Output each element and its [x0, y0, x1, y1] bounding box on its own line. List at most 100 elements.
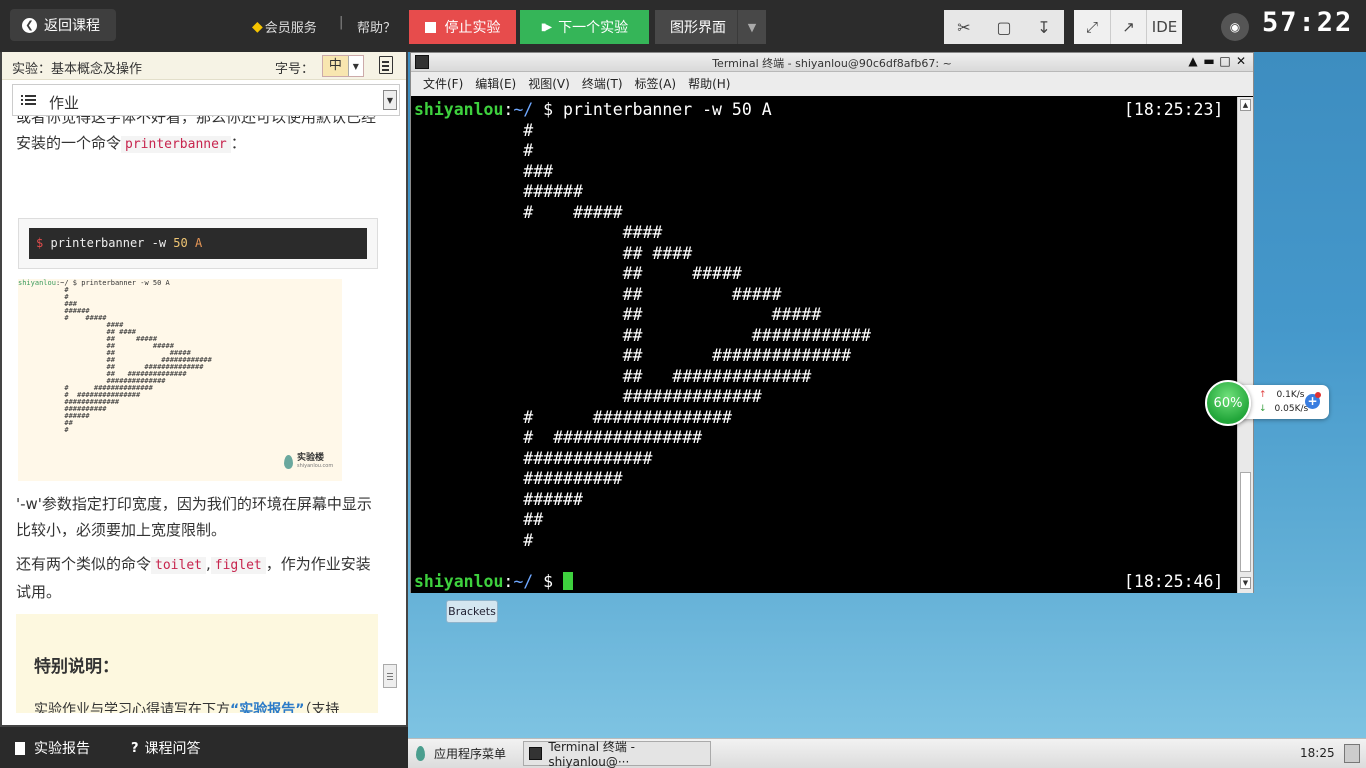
- toolbar-group-2: ⤢ ↗ IDE: [1074, 10, 1182, 44]
- arrow-up-icon: ↑: [1259, 390, 1267, 400]
- prompt-colon: :: [503, 572, 514, 591]
- window-controls: ▲ ▬ □ ✕: [1185, 54, 1249, 68]
- ide-button[interactable]: IDE: [1146, 10, 1182, 44]
- inline-code: printerbanner: [121, 136, 231, 153]
- list-icon: [21, 95, 36, 105]
- task-label: Terminal 终端 - shiyanlou@···: [548, 740, 635, 768]
- note-body: 实验作业与学习心得请写在下方“实验报告”（支持markdown格式）里并公开，每…: [34, 698, 364, 713]
- upload-value: 0.1K/s: [1276, 390, 1305, 400]
- stop-experiment-button[interactable]: 停止实验: [409, 10, 516, 44]
- code-block: $ printerbanner -w 50 A: [18, 218, 378, 269]
- report-label: 实验报告: [34, 741, 90, 757]
- external-link-icon[interactable]: ↗: [1110, 10, 1146, 44]
- timestamp: [18:25:23]: [1124, 100, 1224, 119]
- code-command: printerbanner -w: [50, 236, 167, 250]
- chevron-down-icon: ▼: [347, 56, 363, 76]
- app-menu-icon: [416, 746, 425, 761]
- text-cursor: [563, 572, 574, 590]
- upload-speed: ↑ 0.1K/s: [1259, 390, 1304, 400]
- terminal-titlebar[interactable]: Terminal 终端 - shiyanlou@90c6df8afb67: ~ …: [411, 53, 1253, 72]
- back-to-course-button[interactable]: ❮ 返回课程: [10, 9, 116, 41]
- diamond-icon: ◆: [252, 18, 263, 35]
- course-qa-button[interactable]: ? 课程问答: [131, 738, 201, 758]
- section-select-value: 作业: [49, 94, 80, 112]
- thumb-command: :~/ $ printerbanner -w 50 A: [55, 279, 170, 287]
- prompt-user: shiyanlou: [414, 100, 504, 119]
- download-speed: ↓ 0.05K/s: [1259, 404, 1308, 414]
- menu-tabs[interactable]: 标签(A): [635, 72, 677, 96]
- menu-file[interactable]: 文件(F): [423, 72, 463, 96]
- inline-code: figlet: [210, 557, 266, 574]
- stop-icon: [424, 21, 436, 33]
- toolbar-group: ✂ ▢ ↧: [944, 10, 1064, 44]
- font-size-select[interactable]: 中 ▼: [322, 55, 364, 77]
- document-icon[interactable]: [379, 56, 393, 74]
- separator: |: [339, 15, 344, 30]
- code-line: $ printerbanner -w 50 A: [29, 228, 367, 259]
- typed-command: printerbanner -w 50 A: [563, 100, 772, 119]
- para1-tail: ：: [230, 134, 246, 152]
- brackets-desktop-icon[interactable]: Brackets: [446, 600, 498, 623]
- shade-icon[interactable]: ▲: [1185, 54, 1201, 68]
- logo-text: 实验楼: [297, 453, 325, 463]
- download-icon[interactable]: ↧: [1024, 10, 1064, 44]
- collapse-icon[interactable]: ⤢: [1074, 10, 1110, 44]
- menu-view[interactable]: 视图(V): [528, 72, 570, 96]
- terminal-title: Terminal 终端 - shiyanlou@90c6df8afb67: ~: [712, 57, 952, 70]
- taskbar-terminal-item[interactable]: Terminal 终端 - shiyanlou@···: [523, 740, 711, 768]
- eye-icon[interactable]: ◉: [1221, 13, 1249, 41]
- terminal-window[interactable]: Terminal 终端 - shiyanlou@90c6df8afb67: ~ …: [410, 52, 1254, 593]
- applications-menu-button[interactable]: 应用程序菜单: [416, 745, 506, 762]
- paragraph-3: 还有两个类似的命令 toilet, figlet ，作为作业安装试用。: [16, 551, 376, 605]
- document-icon: [15, 741, 25, 755]
- scissors-icon[interactable]: ✂: [944, 10, 984, 44]
- minimize-icon[interactable]: ▬: [1201, 54, 1217, 68]
- clock: 18:25: [1300, 746, 1335, 760]
- prompt-path: ~/: [513, 572, 534, 591]
- terminal-output[interactable]: shiyanlou:~/ $ printerbanner -w 50 A # #…: [411, 97, 1237, 593]
- chevron-up-icon[interactable]: ▲: [1240, 99, 1251, 111]
- close-icon[interactable]: ✕: [1233, 54, 1249, 68]
- menu-terminal[interactable]: 终端(T): [582, 72, 623, 96]
- download-value: 0.05K/s: [1274, 404, 1309, 414]
- code-number: 50: [173, 236, 188, 250]
- instructions-content: 或者你觉得这字体不好看，那么你还可以使用默认已经安装的一个命令 printerba…: [2, 114, 390, 713]
- trash-icon[interactable]: [1344, 744, 1360, 763]
- memory-usage-circle[interactable]: 60%: [1205, 380, 1251, 426]
- lab-report-button[interactable]: 实验报告: [15, 738, 90, 758]
- menu-help[interactable]: 帮助(H): [688, 72, 730, 96]
- network-monitor-widget[interactable]: ↑ 0.1K/s ↓ 0.05K/s 60% +: [1205, 380, 1329, 426]
- qa-label: 课程问答: [144, 741, 201, 757]
- chevron-down-icon[interactable]: ▼: [1240, 577, 1251, 589]
- inline-code: toilet: [151, 557, 206, 574]
- current-prompt: shiyanlou:~/ $: [414, 572, 574, 591]
- question-icon: ?: [131, 740, 139, 756]
- gui-mode-dropdown[interactable]: 图形界面 ▼: [655, 10, 766, 44]
- para3-text: 还有两个类似的命令: [16, 555, 152, 573]
- help-link[interactable]: 帮助？: [357, 17, 396, 36]
- notification-dot: [1315, 392, 1321, 398]
- screen-share-icon[interactable]: ▢: [984, 10, 1024, 44]
- special-note-box: 特别说明： 实验作业与学习心得请写在下方“实验报告”（支持markdown格式）…: [16, 614, 378, 713]
- panel-scrollbar-thumb[interactable]: [383, 664, 397, 688]
- next-experiment-button[interactable]: ▮▶ 下一个实验: [520, 10, 649, 44]
- menu-edit[interactable]: 编辑(E): [475, 72, 516, 96]
- logo-subtext: shiyanlou.com: [297, 463, 334, 469]
- remote-desktop: Terminal 终端 - shiyanlou@90c6df8afb67: ~ …: [408, 52, 1366, 738]
- logo-drop-icon: [284, 454, 293, 469]
- lab-report-link[interactable]: “实验报告”: [230, 702, 304, 713]
- vip-service-link[interactable]: ◆ 会员服务: [252, 17, 317, 37]
- prompt-colon: :: [503, 100, 514, 119]
- terminal-icon: [529, 747, 543, 760]
- chevron-down-icon: ▼: [383, 90, 397, 110]
- note-text: 实验作业与学习心得请写在下方: [34, 702, 230, 713]
- section-select[interactable]: 作业 ▼: [12, 84, 400, 116]
- prompt-dollar: $: [533, 572, 564, 591]
- maximize-icon[interactable]: □: [1217, 54, 1233, 68]
- lab-instructions-panel: 实验：基本概念及操作 字号： 中 ▼ 作业 ▼ 或者你觉得这字体不好看，那么你还…: [0, 52, 408, 727]
- terminal-scrollbar[interactable]: ▲ ▼: [1237, 97, 1253, 593]
- apps-menu-label: 应用程序菜单: [434, 747, 507, 761]
- prompt-user: shiyanlou: [414, 572, 504, 591]
- thumb-user: shiyanlou: [18, 279, 56, 287]
- scrollbar-thumb[interactable]: [1240, 472, 1251, 572]
